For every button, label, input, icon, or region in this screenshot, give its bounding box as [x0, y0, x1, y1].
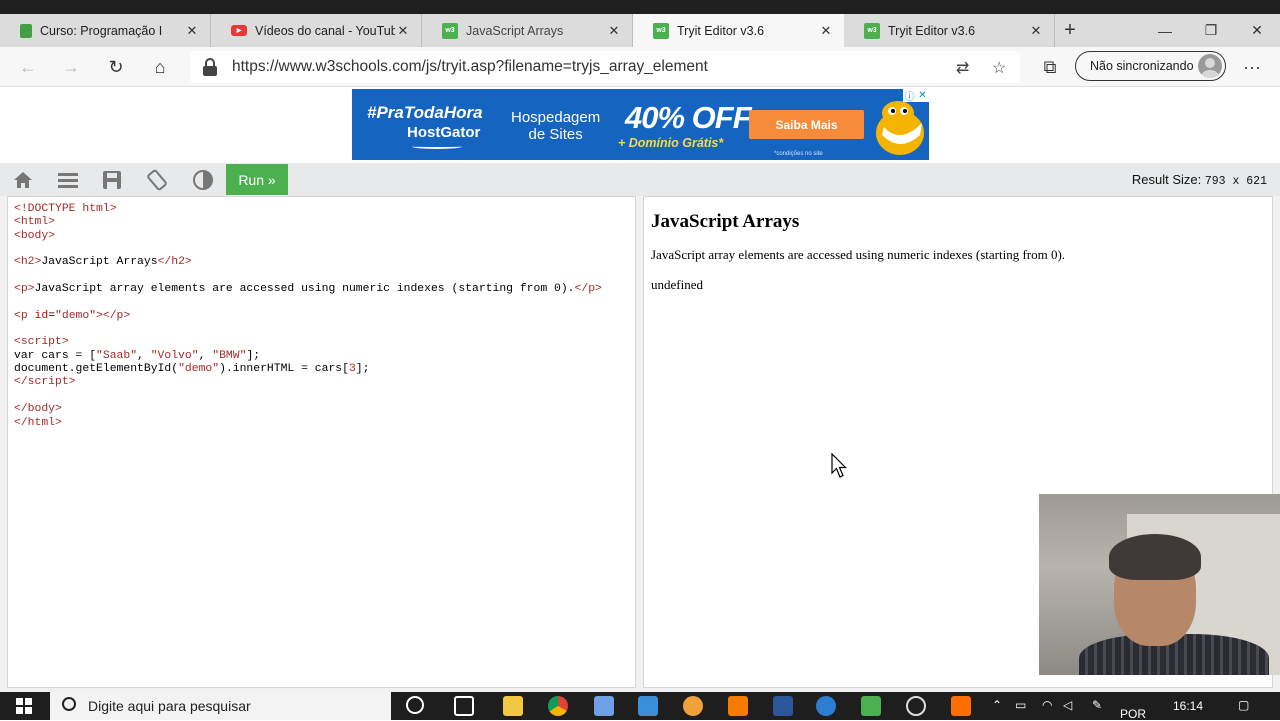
close-tab-icon[interactable]: ✕ [395, 23, 411, 39]
close-tab-icon[interactable]: ✕ [1028, 23, 1044, 39]
lock-icon[interactable] [203, 58, 217, 76]
tab-title: Tryit Editor v3.6 [888, 23, 976, 38]
mouse-cursor-icon [831, 453, 847, 478]
title-strip [0, 0, 1280, 14]
more-menu-icon[interactable]: ··· [1238, 53, 1266, 81]
save-icon[interactable] [100, 168, 124, 192]
tab-title: Curso: Programação I [40, 23, 163, 38]
w3schools-favicon-icon: w3 [864, 22, 880, 39]
avatar [1198, 54, 1222, 78]
minimize-button[interactable]: — [1142, 14, 1188, 47]
settings-app-icon[interactable] [683, 696, 703, 716]
ad-info-icon[interactable]: ⓘ [903, 89, 916, 103]
notifications-icon[interactable]: ▢ [1238, 698, 1249, 712]
result-paragraph: JavaScript array elements are accessed u… [651, 247, 1066, 262]
result-heading: JavaScript Arrays [651, 211, 800, 232]
run-button[interactable]: Run » [226, 164, 288, 195]
webcam-overlay [1039, 494, 1280, 675]
app-icon[interactable] [951, 696, 971, 716]
search-icon [62, 697, 76, 711]
tab-javascript-arrays[interactable]: w3 JavaScript Arrays ✕ [422, 14, 633, 47]
taskbar-search[interactable]: Digite aqui para pesquisar [50, 692, 391, 720]
result-size-value: 793 x 621 [1204, 175, 1267, 188]
close-tab-icon[interactable]: ✕ [184, 23, 200, 39]
tab-title: Vídeos do canal - YouTube [255, 23, 395, 38]
xampp-icon[interactable] [728, 696, 748, 716]
chrome-icon[interactable] [548, 696, 568, 716]
ad-product-line1: Hospedagem [511, 109, 601, 126]
pen-icon[interactable]: ✎ [1092, 698, 1102, 712]
notepad-icon[interactable] [861, 696, 881, 716]
mail-icon[interactable] [638, 696, 658, 716]
back-arrow-icon[interactable]: ← [14, 53, 42, 81]
tryit-toolbar: Run » Result Size: 793 x 621 [0, 163, 1280, 196]
url-text: https://www.w3schools.com/js/tryit.asp?f… [232, 58, 708, 75]
profile-sync-button[interactable]: Não sincronizando [1075, 51, 1226, 81]
tab-curso[interactable]: Curso: Programação I ✕ [0, 14, 211, 47]
ad-fine-print: *condições no site [774, 151, 823, 157]
restore-button[interactable]: ❐ [1188, 14, 1234, 47]
rotate-layout-icon[interactable] [145, 168, 169, 192]
wifi-icon[interactable]: ◠ [1042, 698, 1052, 712]
word-icon[interactable] [773, 696, 793, 716]
search-placeholder: Digite aqui para pesquisar [88, 698, 251, 714]
address-bar: ← → ↻ ⌂ https://www.w3schools.com/js/try… [0, 47, 1280, 87]
w3schools-favicon-icon: w3 [442, 22, 458, 39]
tab-strip: Curso: Programação I ✕ ▶ Vídeos do canal… [0, 14, 1280, 47]
taskbar: Digite aqui para pesquisar ⌃ ▭ ◠ ◁ ✎ POR… [0, 692, 1280, 721]
w3schools-favicon-icon: w3 [653, 22, 669, 39]
ad-brand-smile-icon [412, 144, 462, 149]
ad-controls: ⓘ ✕ [903, 89, 929, 103]
code-editor[interactable]: <!DOCTYPE html> <html> <body> <h2>JavaSc… [7, 196, 636, 688]
tab-title: Tryit Editor v3.6 [677, 23, 765, 38]
home-icon[interactable]: ⌂ [146, 53, 174, 81]
language-indicator[interactable]: POR [1120, 707, 1146, 721]
close-tab-icon[interactable]: ✕ [606, 23, 622, 39]
ad-product-line2: de Sites [528, 126, 583, 143]
tab-tryit[interactable]: w3 Tryit Editor v3.6 ✕ [844, 14, 1055, 47]
ad-product: Hospedagem de Sites [511, 109, 600, 143]
collections-icon[interactable]: ⧉ [1036, 53, 1064, 81]
refresh-icon[interactable]: ↻ [102, 53, 130, 81]
ad-brand: HostGator [407, 124, 481, 141]
tab-title: JavaScript Arrays [466, 23, 564, 38]
home-icon[interactable] [11, 168, 35, 192]
sync-label: Não sincronizando [1090, 59, 1194, 73]
forward-arrow-icon[interactable]: → [57, 53, 85, 81]
ad-hashtag: #PraTodaHora [367, 103, 483, 122]
obs-icon[interactable] [906, 696, 926, 716]
task-view-icon[interactable] [454, 696, 474, 716]
windows-start-icon[interactable] [0, 692, 48, 720]
cortana-icon[interactable] [406, 696, 424, 714]
ad-close-icon[interactable]: ✕ [916, 89, 929, 102]
new-tab-button[interactable]: + [1055, 14, 1085, 47]
volume-icon[interactable]: ◁ [1063, 698, 1072, 712]
tray-chevron-icon[interactable]: ⌃ [992, 698, 1002, 712]
menu-icon[interactable] [56, 168, 80, 192]
translate-icon[interactable]: ⇄ [956, 58, 969, 78]
result-size: Result Size: 793 x 621 [1132, 172, 1267, 188]
ad-bonus: + Domínio Grátis* [618, 136, 724, 150]
youtube-favicon-icon: ▶ [231, 25, 247, 36]
clock[interactable]: 16:14 [1173, 699, 1203, 713]
ad-banner[interactable]: #PraTodaHora HostGator Hospedagem de Sit… [352, 89, 929, 160]
url-field[interactable]: https://www.w3schools.com/js/tryit.asp?f… [190, 51, 1020, 83]
tab-youtube[interactable]: ▶ Vídeos do canal - YouTube ✕ [211, 14, 422, 47]
ad-discount: 40% OFF [625, 100, 752, 135]
result-size-label: Result Size: [1131, 172, 1202, 187]
dark-mode-icon[interactable] [191, 168, 215, 192]
demo-output: undefined [651, 277, 703, 292]
close-tab-icon[interactable]: ✕ [818, 23, 834, 39]
tab-tryit-active[interactable]: w3 Tryit Editor v3.6 ✕ [633, 14, 844, 47]
favorite-star-icon[interactable]: ☆ [992, 58, 1006, 78]
moodle-favicon-icon [20, 23, 32, 38]
ad-cta-button[interactable]: Saiba Mais [749, 110, 864, 139]
battery-icon[interactable]: ▭ [1015, 698, 1026, 712]
close-window-button[interactable]: ✕ [1234, 14, 1280, 47]
virtualbox-icon[interactable] [594, 696, 614, 716]
edge-icon[interactable] [816, 696, 836, 716]
mascot-icon [876, 101, 924, 155]
file-explorer-icon[interactable] [503, 696, 523, 716]
